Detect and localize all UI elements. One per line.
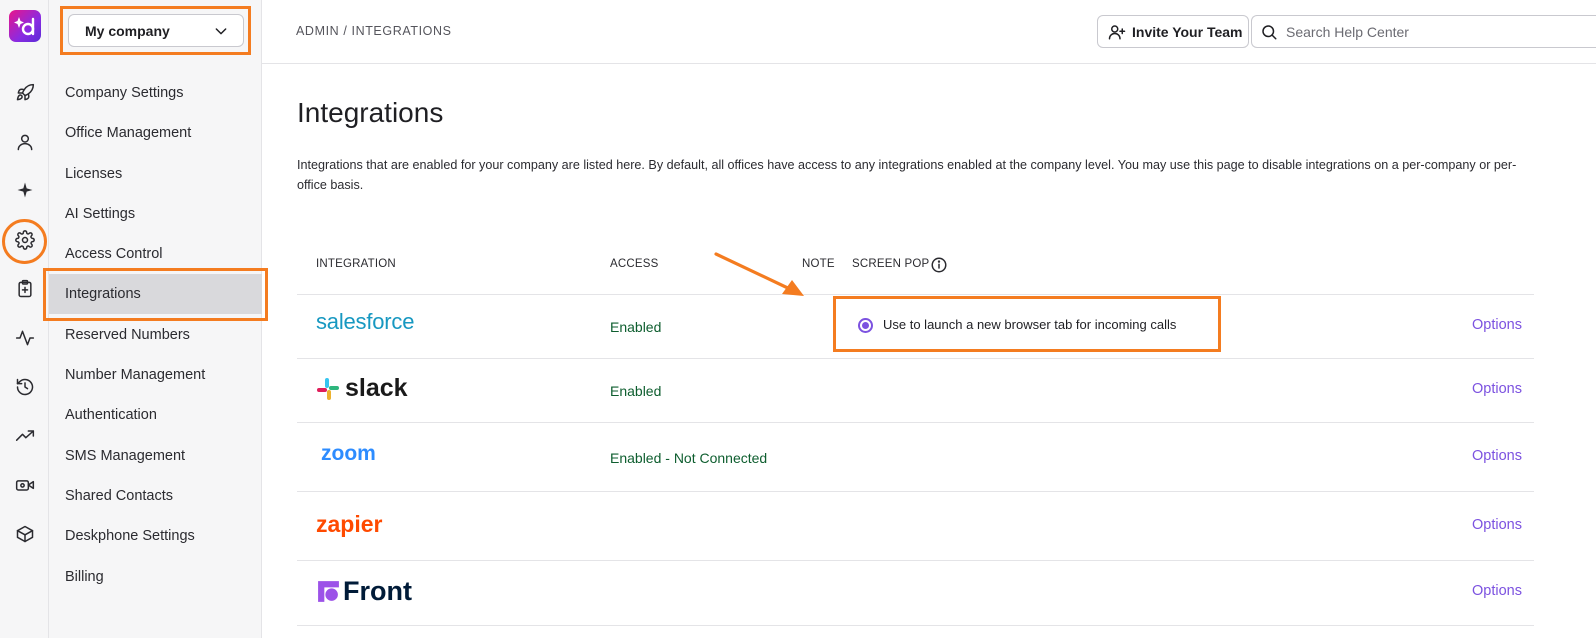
sidebar-item-ai-settings[interactable]: AI Settings xyxy=(49,194,262,234)
company-select-highlight: My company xyxy=(60,6,251,55)
activity-icon[interactable] xyxy=(12,325,38,351)
column-screen-pop: SCREEN POP xyxy=(852,258,930,270)
annotation-arrow xyxy=(714,252,804,296)
sidebar-item-label: Number Management xyxy=(65,367,206,383)
sidebar-item-label: Reserved Numbers xyxy=(65,327,190,343)
sidebar-item-label: Billing xyxy=(65,569,104,585)
page-description: Integrations that are enabled for your c… xyxy=(297,158,1517,192)
breadcrumb: ADMIN / INTEGRATIONS xyxy=(296,24,452,38)
sidebar-item-label: Company Settings xyxy=(65,85,184,101)
sparkle-icon[interactable] xyxy=(12,177,38,203)
front-wordmark: Front xyxy=(343,576,412,606)
box-icon[interactable] xyxy=(12,521,38,547)
sidebar-item-label: Deskphone Settings xyxy=(65,528,195,544)
sidebar-item-number-management[interactable]: Number Management xyxy=(49,355,262,395)
company-select-value: My company xyxy=(85,22,170,39)
invite-team-label: Invite Your Team xyxy=(1132,23,1243,40)
zoom-logo: zoom xyxy=(321,442,376,465)
sidebar-item-label: Shared Contacts xyxy=(65,488,174,504)
sidebar-item-company-settings[interactable]: Company Settings xyxy=(49,73,262,113)
sidebar-item-sms-management[interactable]: SMS Management xyxy=(49,436,262,476)
table-header: INTEGRATION ACCESS NOTE SCREEN POP xyxy=(297,245,1534,295)
salesforce-logo: salesforce xyxy=(316,309,415,334)
screen-pop-option: Use to launch a new browser tab for inco… xyxy=(833,296,1221,352)
table-row: slack Enabled Options xyxy=(297,359,1534,423)
slack-logo: slack xyxy=(316,374,408,403)
sidebar-item-label: Office Management xyxy=(65,125,192,141)
access-status: Enabled - Not Connected xyxy=(610,450,768,466)
table-row: Front Options xyxy=(297,561,1534,626)
zapier-logo: zapier xyxy=(316,511,383,537)
help-search[interactable] xyxy=(1251,15,1596,48)
rocket-icon[interactable] xyxy=(12,80,38,106)
column-access: ACCESS xyxy=(610,258,659,270)
admin-sidebar: My company Company Settings Office Manag… xyxy=(43,0,268,638)
column-integration: INTEGRATION xyxy=(316,258,396,270)
info-icon[interactable] xyxy=(930,256,948,274)
options-link[interactable]: Options xyxy=(1472,583,1522,599)
screen-pop-radio[interactable] xyxy=(858,318,873,333)
dialpad-logo-icon[interactable] xyxy=(9,10,41,42)
integrations-highlight xyxy=(43,268,268,321)
company-select[interactable]: My company xyxy=(68,14,244,47)
sidebar-item-shared-contacts[interactable]: Shared Contacts xyxy=(49,476,262,516)
user-icon[interactable] xyxy=(12,129,38,155)
sidebar-item-label: AI Settings xyxy=(65,206,136,222)
sidebar-item-deskphone-settings[interactable]: Deskphone Settings xyxy=(49,516,262,556)
sidebar-item-reserved-numbers[interactable]: Reserved Numbers xyxy=(49,315,262,355)
table-row: zoom Enabled - Not Connected Options xyxy=(297,423,1534,492)
sidebar-item-billing[interactable]: Billing xyxy=(49,557,262,597)
icon-rail xyxy=(0,0,49,638)
sidebar-item-label: Access Control xyxy=(65,246,163,262)
table-row: zapier Options xyxy=(297,492,1534,561)
options-link[interactable]: Options xyxy=(1472,317,1522,333)
slack-wordmark: slack xyxy=(345,374,408,402)
slack-icon xyxy=(317,377,339,400)
screen-pop-label: Use to launch a new browser tab for inco… xyxy=(883,317,1177,332)
sidebar-item-label: SMS Management xyxy=(65,448,186,464)
history-icon[interactable] xyxy=(12,374,38,400)
sidebar-item-licenses[interactable]: Licenses xyxy=(49,154,262,194)
user-plus-icon xyxy=(1108,24,1126,39)
top-bar: ADMIN / INTEGRATIONS Invite Your Team xyxy=(262,0,1596,64)
sidebar-item-label: Licenses xyxy=(65,166,123,182)
options-link[interactable]: Options xyxy=(1472,381,1522,397)
page-title: Integrations xyxy=(297,97,444,128)
gear-icon[interactable] xyxy=(12,227,38,253)
front-icon xyxy=(318,581,339,602)
invite-team-button[interactable]: Invite Your Team xyxy=(1097,15,1249,48)
options-link[interactable]: Options xyxy=(1472,448,1522,464)
clipboard-plus-icon[interactable] xyxy=(12,276,38,302)
sidebar-item-label: Authentication xyxy=(65,407,157,423)
search-icon xyxy=(1262,24,1277,39)
search-input[interactable] xyxy=(1286,23,1566,40)
sidebar-item-office-management[interactable]: Office Management xyxy=(49,113,262,153)
front-logo: Front xyxy=(316,576,412,607)
video-icon[interactable] xyxy=(12,472,38,498)
trending-icon[interactable] xyxy=(12,423,38,449)
access-status: Enabled xyxy=(610,319,662,335)
options-link[interactable]: Options xyxy=(1472,517,1522,533)
chevron-down-icon xyxy=(215,27,227,34)
access-status: Enabled xyxy=(610,383,662,399)
sidebar-item-authentication[interactable]: Authentication xyxy=(49,395,262,435)
